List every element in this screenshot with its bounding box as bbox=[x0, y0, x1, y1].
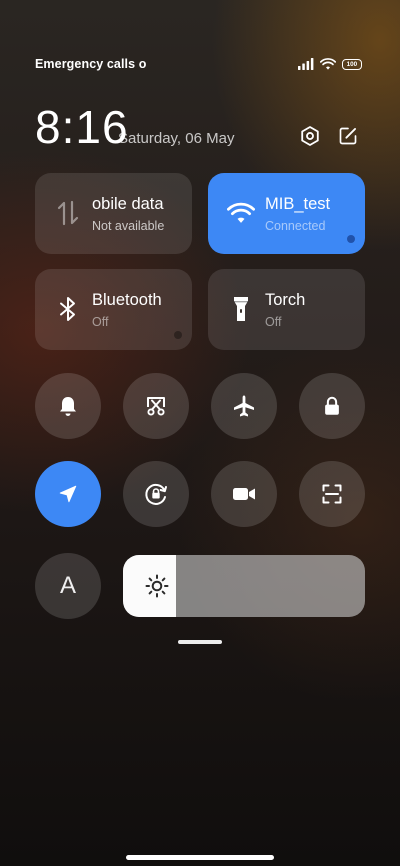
location-toggle[interactable] bbox=[35, 461, 101, 527]
clock: 8:16 bbox=[35, 101, 129, 153]
screen-record-toggle[interactable] bbox=[211, 461, 277, 527]
edit-icon bbox=[339, 127, 357, 145]
wifi-tile[interactable]: MIB_test Connected bbox=[208, 173, 365, 254]
mobile-data-status: Not available bbox=[92, 219, 165, 233]
panel-drag-handle[interactable] bbox=[178, 640, 222, 644]
screen-record-icon bbox=[233, 488, 255, 500]
wifi-status: Connected bbox=[265, 219, 326, 233]
brightness-slider[interactable] bbox=[123, 555, 365, 617]
rotation-lock-toggle[interactable] bbox=[123, 461, 189, 527]
mobile-data-icon bbox=[54, 199, 82, 227]
airplane-toggle[interactable] bbox=[211, 373, 277, 439]
torch-label: Torch bbox=[265, 291, 306, 309]
wifi-icon bbox=[227, 199, 255, 227]
font-size-button[interactable]: A bbox=[35, 553, 101, 619]
edit-button[interactable] bbox=[336, 124, 360, 148]
battery-icon: 100 bbox=[342, 58, 362, 70]
lock-toggle[interactable] bbox=[299, 373, 365, 439]
bluetooth-tile[interactable]: Bluetooth Off bbox=[35, 269, 192, 350]
mobile-data-label: obile data bbox=[92, 195, 164, 213]
gesture-nav-bar[interactable] bbox=[126, 855, 274, 860]
bell-icon bbox=[60, 397, 76, 416]
wifi-status-icon bbox=[320, 58, 336, 70]
font-size-label: A bbox=[59, 572, 76, 599]
battery-level: 100 bbox=[346, 60, 358, 68]
date: Saturday, 06 May bbox=[118, 130, 235, 147]
mobile-data-tile[interactable]: obile data Not available bbox=[35, 173, 192, 254]
bluetooth-icon bbox=[54, 295, 82, 323]
bluetooth-status: Off bbox=[92, 315, 109, 329]
silent-toggle[interactable] bbox=[35, 373, 101, 439]
bluetooth-label: Bluetooth bbox=[92, 291, 162, 309]
header: 8:16 Saturday, 06 May bbox=[35, 102, 362, 152]
airplane-icon bbox=[234, 395, 254, 417]
status-icons: 100 bbox=[298, 58, 362, 70]
bluetooth-indicator-dot bbox=[174, 331, 182, 339]
settings-button[interactable] bbox=[298, 124, 322, 148]
signal-icon bbox=[298, 58, 314, 70]
scanner-icon bbox=[322, 484, 342, 504]
location-icon bbox=[59, 485, 77, 503]
scanner-toggle[interactable] bbox=[299, 461, 365, 527]
rotation-lock-icon bbox=[145, 483, 167, 505]
torch-tile[interactable]: Torch Off bbox=[208, 269, 365, 350]
wifi-indicator-dot bbox=[347, 235, 355, 243]
torch-status: Off bbox=[265, 315, 282, 329]
torch-icon bbox=[227, 295, 255, 323]
carrier-text: Emergency calls o bbox=[35, 57, 147, 71]
lock-icon bbox=[325, 396, 339, 415]
screenshot-icon bbox=[147, 397, 165, 416]
screenshot-toggle[interactable] bbox=[123, 373, 189, 439]
settings-icon bbox=[301, 126, 319, 146]
status-bar: Emergency calls o 100 bbox=[35, 55, 362, 73]
wifi-label: MIB_test bbox=[265, 195, 331, 213]
sun-icon bbox=[145, 574, 169, 598]
